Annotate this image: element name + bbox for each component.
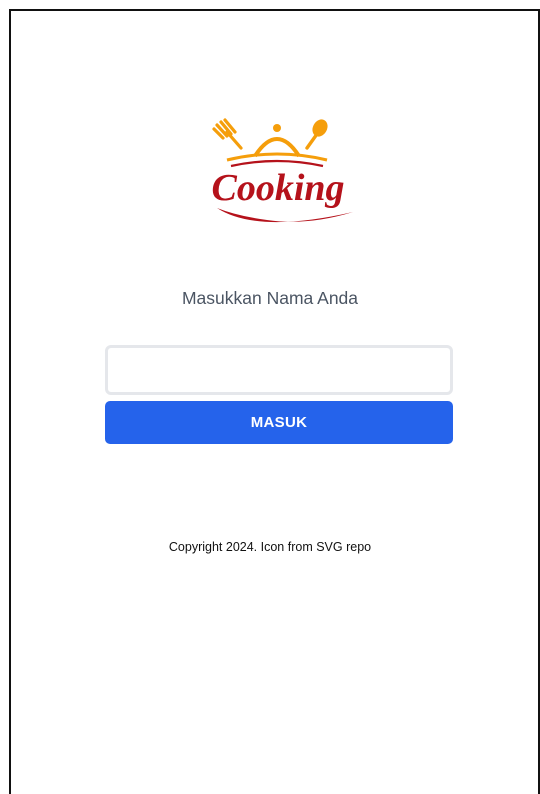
login-button[interactable]: MASUK	[105, 401, 453, 444]
cooking-logo-icon: Cooking	[211, 118, 353, 223]
name-prompt: Masukkan Nama Anda	[181, 288, 359, 308]
cooking-logo: Cooking	[197, 116, 359, 234]
spoon-icon	[305, 119, 328, 150]
logo-text: Cooking	[211, 167, 344, 209]
fork-icon	[212, 118, 243, 150]
name-input[interactable]	[105, 345, 453, 395]
copyright-text: Copyright 2024. Icon from SVG repo	[168, 540, 372, 554]
